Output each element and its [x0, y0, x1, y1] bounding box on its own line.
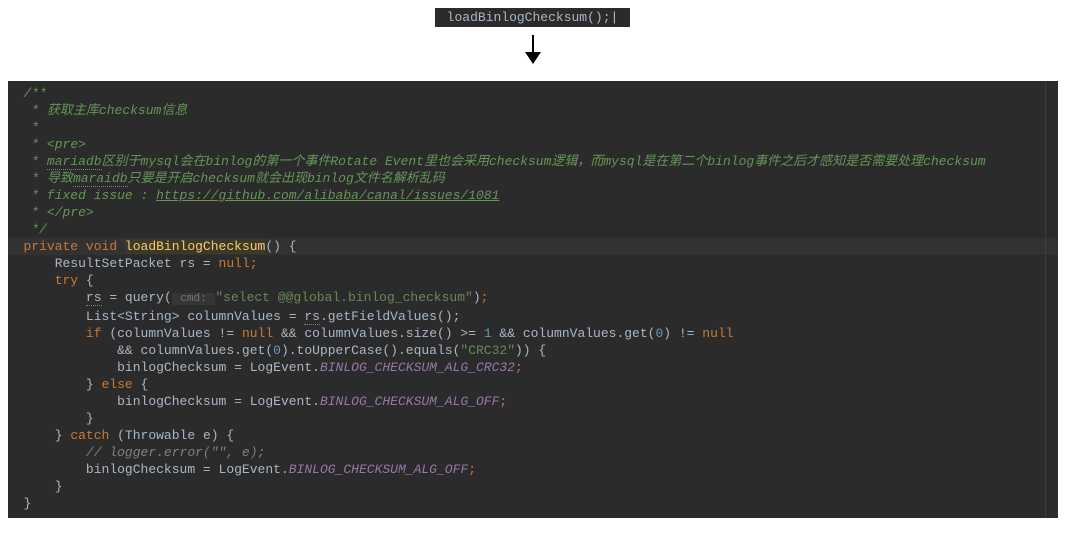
code-line: ResultSetPacket rs = null; [8, 255, 1058, 272]
doc-line: * mariadb区别于mysql会在binlog的第一个事件Rotate Ev… [8, 153, 1058, 170]
code-line: List<String> columnValues = rs.getFieldV… [8, 308, 1058, 325]
code-line: try { [8, 272, 1058, 289]
code-line: binlogChecksum = LogEvent.BINLOG_CHECKSU… [8, 359, 1058, 376]
doc-line: * </pre> [8, 204, 1058, 221]
code-line: binlogChecksum = LogEvent.BINLOG_CHECKSU… [8, 461, 1058, 478]
code-line: } catch (Throwable e) { [8, 427, 1058, 444]
code-line: } [8, 410, 1058, 427]
doc-line: * fixed issue : https://github.com/aliba… [8, 187, 1058, 204]
call-site-snippet: loadBinlogChecksum();| [435, 8, 631, 27]
doc-line: * 导致maraidb只要是开启checksum就会出现binlog文件名解析乱… [8, 170, 1058, 187]
code-line: } else { [8, 376, 1058, 393]
code-editor[interactable]: /** * 获取主库checksum信息 * * <pre> * mariadb… [8, 81, 1058, 518]
code-line: rs = query( cmd: "select @@global.binlog… [8, 289, 1058, 308]
method-call-text: loadBinlogChecksum(); [447, 10, 611, 25]
code-line: && columnValues.get(0).toUpperCase().equ… [8, 342, 1058, 359]
doc-line: * <pre> [8, 136, 1058, 153]
arrow-icon [532, 35, 534, 63]
code-line: } [8, 495, 1058, 512]
doc-line: */ [8, 221, 1058, 238]
code-line: binlogChecksum = LogEvent.BINLOG_CHECKSU… [8, 393, 1058, 410]
doc-line: /** [8, 85, 1058, 102]
method-declaration: private void loadBinlogChecksum() { [8, 238, 1058, 255]
code-line: // logger.error("", e); [8, 444, 1058, 461]
doc-line: * 获取主库checksum信息 [8, 102, 1058, 119]
code-line: if (columnValues != null && columnValues… [8, 325, 1058, 342]
code-line: } [8, 478, 1058, 495]
doc-line: * [8, 119, 1058, 136]
editor-right-margin [1045, 81, 1046, 518]
caret-icon: | [611, 10, 619, 25]
issue-link[interactable]: https://github.com/alibaba/canal/issues/… [156, 188, 499, 203]
